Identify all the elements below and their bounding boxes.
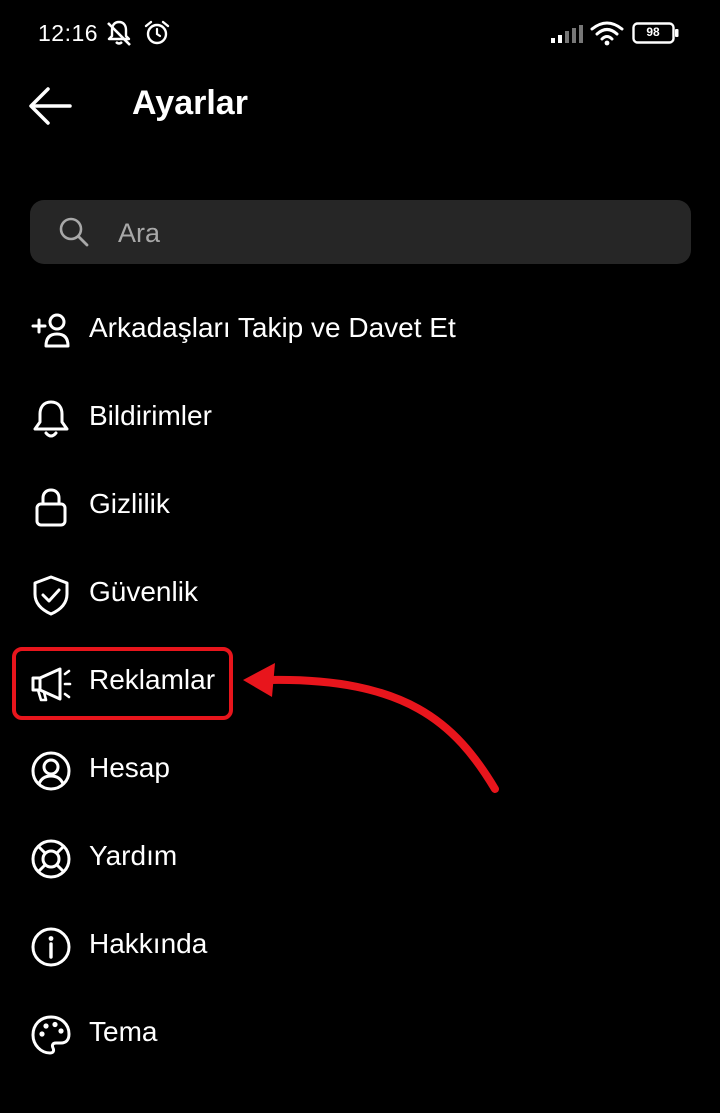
info-icon bbox=[31, 927, 71, 967]
menu-item-about[interactable]: Hakkında bbox=[0, 902, 720, 990]
menu-item-account[interactable]: Hesap bbox=[0, 726, 720, 814]
header: Ayarlar bbox=[0, 70, 720, 140]
search-icon bbox=[59, 217, 89, 247]
palette-icon bbox=[31, 1015, 71, 1055]
lifebuoy-icon bbox=[31, 839, 71, 879]
menu-item-theme[interactable]: Tema bbox=[0, 990, 720, 1078]
menu-label: Yardım bbox=[89, 840, 178, 871]
page-title: Ayarlar bbox=[132, 84, 248, 122]
menu-label: Güvenlik bbox=[89, 576, 198, 607]
account-circle-icon bbox=[31, 751, 71, 791]
menu-item-privacy[interactable]: Gizlilik bbox=[0, 462, 720, 550]
add-person-icon bbox=[31, 313, 70, 348]
menu-item-notifications[interactable]: Bildirimler bbox=[0, 374, 720, 462]
menu-label: Bildirimler bbox=[89, 400, 212, 431]
search-bar[interactable] bbox=[30, 200, 691, 266]
mute-notifications-icon bbox=[107, 20, 131, 46]
megaphone-icon bbox=[31, 667, 72, 702]
battery-level: 98 bbox=[646, 25, 660, 39]
signal-icon bbox=[551, 25, 583, 43]
bell-icon bbox=[33, 400, 69, 438]
search-input[interactable] bbox=[116, 200, 660, 266]
status-bar: 12:16 98 bbox=[0, 0, 720, 66]
menu-label: Gizlilik bbox=[89, 488, 170, 519]
menu-item-security[interactable]: Güvenlik bbox=[0, 550, 720, 638]
status-time: 12:16 bbox=[38, 20, 99, 46]
menu-item-follow-invite[interactable]: Arkadaşları Takip ve Davet Et bbox=[0, 286, 720, 374]
menu-label: Reklamlar bbox=[89, 664, 216, 695]
menu-label: Hesap bbox=[89, 752, 170, 783]
menu-label: Arkadaşları Takip ve Davet Et bbox=[89, 312, 456, 343]
alarm-icon bbox=[144, 20, 170, 45]
wifi-icon bbox=[590, 21, 624, 46]
lock-icon bbox=[35, 488, 67, 527]
shield-check-icon bbox=[33, 575, 69, 616]
menu-label: Tema bbox=[89, 1016, 158, 1047]
back-button[interactable] bbox=[26, 84, 76, 128]
menu-item-ads[interactable]: Reklamlar bbox=[0, 638, 720, 726]
arrow-left-icon bbox=[29, 87, 72, 125]
menu-label: Hakkında bbox=[89, 928, 208, 959]
menu-item-help[interactable]: Yardım bbox=[0, 814, 720, 902]
